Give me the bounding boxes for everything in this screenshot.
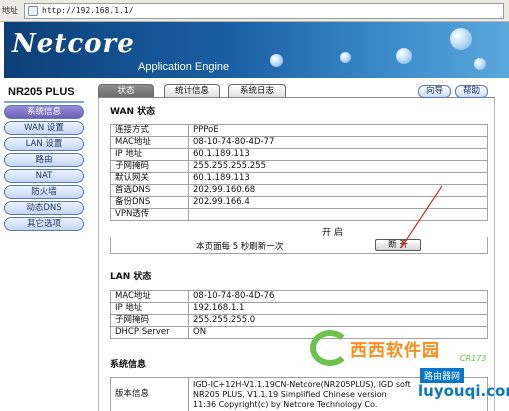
- watermark-site-en: luyouqi.com: [418, 382, 509, 400]
- watermark-site-cn: 路由器网: [420, 368, 465, 383]
- watermark-brand: 西西软件园 CR173: [310, 330, 509, 370]
- watermark-brand-sub: CR173: [460, 354, 487, 363]
- watermark-logo-icon: [310, 330, 350, 366]
- watermark-brand-text: 西西软件园: [350, 341, 440, 361]
